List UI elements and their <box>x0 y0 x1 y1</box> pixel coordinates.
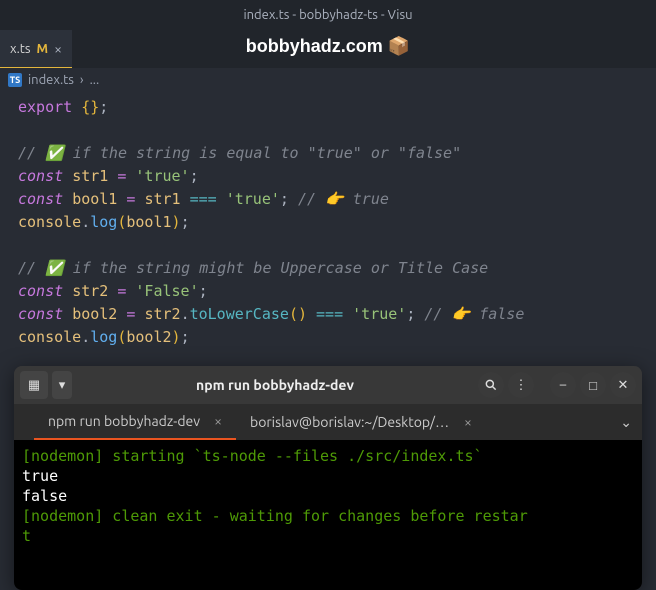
breadcrumb-ellipsis: ... <box>90 73 100 87</box>
terminal-title: npm run bobbyhadz-dev <box>76 377 474 393</box>
output-line: [nodemon] clean exit - waiting for chang… <box>22 506 634 526</box>
page-watermark: bobbyhadz.com 📦 <box>246 36 410 57</box>
close-icon[interactable]: × <box>54 41 62 57</box>
code-editor[interactable]: export {}; // ✅ if the string is equal t… <box>0 92 656 353</box>
typescript-icon: TS <box>8 73 22 87</box>
tab-filename: x.ts <box>10 42 31 56</box>
window-title-bar: index.ts - bobbyhadz-ts - Visu <box>0 0 656 30</box>
minimize-button[interactable]: – <box>550 372 576 398</box>
terminal-tab-2[interactable]: borislav@borislav:~/Desktop/b… × <box>236 404 486 440</box>
tab-modified-indicator: M <box>37 42 49 56</box>
output-line: [nodemon] starting `ts-node --files ./sr… <box>22 446 634 466</box>
close-icon[interactable]: × <box>214 413 222 429</box>
terminal-tab-1[interactable]: npm run bobbyhadz-dev × <box>34 404 236 440</box>
output-line: t <box>22 526 634 546</box>
terminal-window: ▦ ▾ npm run bobbyhadz-dev ⋮ – □ ✕ npm ru… <box>14 366 642 590</box>
editor-tab-bar: x.ts M × bobbyhadz.com 📦 <box>0 30 656 68</box>
breadcrumb[interactable]: TS index.ts › ... <box>0 68 656 92</box>
editor-tab-index[interactable]: x.ts M × <box>0 30 72 68</box>
terminal-title-bar: ▦ ▾ npm run bobbyhadz-dev ⋮ – □ ✕ <box>14 366 642 404</box>
maximize-button[interactable]: □ <box>580 372 606 398</box>
breadcrumb-file: index.ts <box>28 73 74 87</box>
window-title: index.ts - bobbyhadz-ts - Visu <box>243 8 412 22</box>
menu-icon[interactable]: ⋮ <box>508 372 534 398</box>
dropdown-button[interactable]: ▾ <box>52 371 72 399</box>
terminal-tabs: npm run bobbyhadz-dev × borislav@borisla… <box>14 404 642 440</box>
terminal-output[interactable]: [nodemon] starting `ts-node --files ./sr… <box>14 440 642 590</box>
output-line: true <box>22 466 634 486</box>
close-icon[interactable]: × <box>464 414 472 430</box>
output-line: false <box>22 486 634 506</box>
chevron-down-icon[interactable]: ⌄ <box>620 414 632 431</box>
close-button[interactable]: ✕ <box>610 372 636 398</box>
chevron-right-icon: › <box>80 73 84 87</box>
search-icon[interactable] <box>478 372 504 398</box>
new-tab-button[interactable]: ▦ <box>20 371 48 399</box>
